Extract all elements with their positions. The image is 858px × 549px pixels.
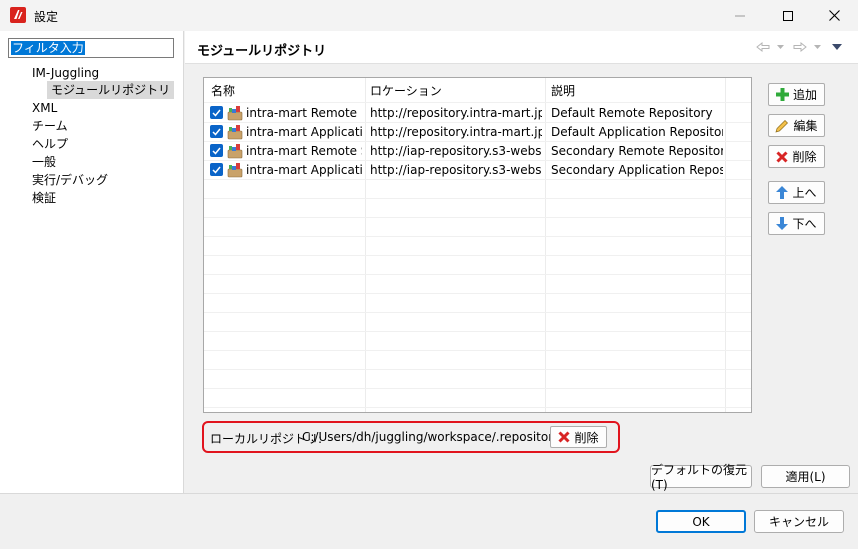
row-checkbox[interactable]	[210, 144, 223, 157]
back-dropdown[interactable]	[775, 40, 785, 54]
maximize-icon	[783, 10, 793, 21]
edit-button-label: 編集	[793, 119, 818, 133]
maximize-button[interactable]	[764, 0, 812, 31]
preference-page: モジュールリポジトリ 名称 ロケーション 説明 intra-mart Remot…	[185, 31, 858, 493]
column-header-description[interactable]: 説明	[551, 82, 575, 99]
minimize-icon	[735, 15, 745, 16]
forward-button[interactable]	[792, 40, 808, 54]
restore-defaults-button[interactable]: デフォルトの復元(T)	[650, 463, 752, 492]
filter-text[interactable]: フィルタ入力	[11, 41, 85, 55]
view-menu-button[interactable]	[830, 40, 844, 54]
ok-button[interactable]: OK	[656, 510, 746, 533]
restore-defaults-label: デフォルトの復元(T)	[651, 463, 748, 492]
plus-icon	[775, 88, 789, 101]
row-checkbox[interactable]	[210, 106, 223, 119]
add-button[interactable]: 追加	[768, 83, 825, 106]
back-button[interactable]	[755, 40, 771, 54]
move-up-button[interactable]: 上へ	[768, 181, 825, 204]
tree-item-team[interactable]: チーム	[32, 118, 68, 134]
app-icon	[10, 7, 26, 23]
local-delete-button[interactable]: 削除	[550, 426, 607, 448]
minimize-button[interactable]	[716, 0, 764, 31]
row-location: http://iap-repository.s3-websi...	[370, 163, 542, 177]
tree-item-help[interactable]: ヘルプ	[32, 136, 68, 152]
title-bar: 設定	[0, 0, 858, 31]
row-location: http://iap-repository.s3-websi...	[370, 144, 542, 158]
local-repository-panel: ローカルリポジトリ: C:/Users/dh/juggling/workspac…	[202, 421, 620, 453]
table-row[interactable]: intra-mart Remote R... http://repository…	[204, 103, 751, 122]
row-name: intra-mart Applicati...	[246, 163, 362, 177]
checkmark-icon	[212, 128, 221, 136]
repository-icon	[227, 163, 243, 178]
close-icon	[828, 10, 840, 21]
table-header: 名称 ロケーション 説明	[204, 78, 751, 102]
repository-icon	[227, 106, 243, 121]
repository-table[interactable]: 名称 ロケーション 説明 intra-mart Remote R... http…	[203, 77, 752, 413]
tree-item-validation[interactable]: 検証	[32, 190, 56, 206]
cancel-label: キャンセル	[768, 515, 829, 529]
apply-button[interactable]: 適用(L)	[761, 465, 850, 488]
column-header-name[interactable]: 名称	[211, 82, 235, 99]
row-description: Default Remote Repository	[551, 106, 713, 120]
row-checkbox[interactable]	[210, 163, 223, 176]
arrow-up-icon	[776, 186, 789, 199]
row-description: Secondary Application Reposi...	[551, 163, 723, 177]
row-description: Secondary Remote Repository	[551, 144, 723, 158]
row-description: Default Application Repository	[551, 125, 723, 139]
chevron-down-icon	[813, 45, 821, 49]
local-delete-button-label: 削除	[574, 430, 599, 445]
tree-item-run-debug[interactable]: 実行/デバッグ	[32, 172, 108, 188]
chevron-down-icon	[776, 45, 784, 49]
repository-icon	[227, 125, 243, 140]
close-window-button[interactable]	[810, 0, 858, 31]
forward-dropdown[interactable]	[812, 40, 822, 54]
tree-item-module-repository[interactable]: モジュールリポジトリ	[47, 81, 175, 99]
edit-button[interactable]: 編集	[768, 114, 825, 137]
move-down-button[interactable]: 下へ	[768, 212, 825, 235]
page-title: モジュールリポジトリ	[197, 44, 327, 59]
move-down-button-label: 下へ	[792, 217, 817, 231]
arrow-down-icon	[776, 217, 789, 230]
row-checkbox[interactable]	[210, 125, 223, 138]
pencil-icon	[775, 119, 789, 133]
row-location: http://repository.intra-mart.jp...	[370, 106, 542, 120]
add-button-label: 追加	[792, 88, 817, 102]
row-name: intra-mart Applicati...	[246, 125, 362, 139]
column-header-location[interactable]: ロケーション	[370, 82, 442, 99]
view-menu-icon	[832, 44, 842, 50]
delete-button[interactable]: 削除	[768, 145, 825, 168]
page-header: モジュールリポジトリ	[185, 31, 858, 64]
move-up-button-label: 上へ	[792, 186, 817, 200]
cancel-button[interactable]: キャンセル	[754, 510, 844, 533]
filter-input[interactable]: フィルタ入力	[8, 38, 174, 58]
table-row[interactable]: intra-mart Applicati... http://repositor…	[204, 122, 751, 141]
back-arrow-icon	[756, 42, 770, 52]
checkmark-icon	[212, 109, 221, 117]
preferences-sidebar: フィルタ入力 IM-Juggling モジュールリポジトリ XML チーム ヘル…	[0, 31, 184, 493]
row-name: intra-mart Remote S...	[246, 144, 362, 158]
tree-item-im-juggling[interactable]: IM-Juggling	[32, 65, 99, 81]
local-repository-path: C:/Users/dh/juggling/workspace/.reposito…	[302, 430, 565, 444]
checkmark-icon	[212, 166, 221, 174]
checkmark-icon	[212, 147, 221, 155]
row-name: intra-mart Remote R...	[246, 106, 362, 120]
window-title: 設定	[34, 10, 59, 24]
forward-arrow-icon	[793, 42, 807, 52]
dialog-button-bar: OK キャンセル	[0, 493, 858, 549]
tree-item-xml[interactable]: XML	[32, 100, 57, 116]
apply-label: 適用(L)	[785, 470, 826, 484]
tree-item-general[interactable]: 一般	[32, 154, 56, 170]
table-row[interactable]: intra-mart Applicati... http://iap-repos…	[204, 160, 751, 179]
ok-label: OK	[692, 514, 710, 529]
delete-x-icon	[776, 150, 789, 163]
row-location: http://repository.intra-mart.jp...	[370, 125, 542, 139]
table-row[interactable]: intra-mart Remote S... http://iap-reposi…	[204, 141, 751, 160]
delete-x-icon	[558, 431, 571, 443]
delete-button-label: 削除	[792, 150, 817, 164]
repository-icon	[227, 144, 243, 159]
